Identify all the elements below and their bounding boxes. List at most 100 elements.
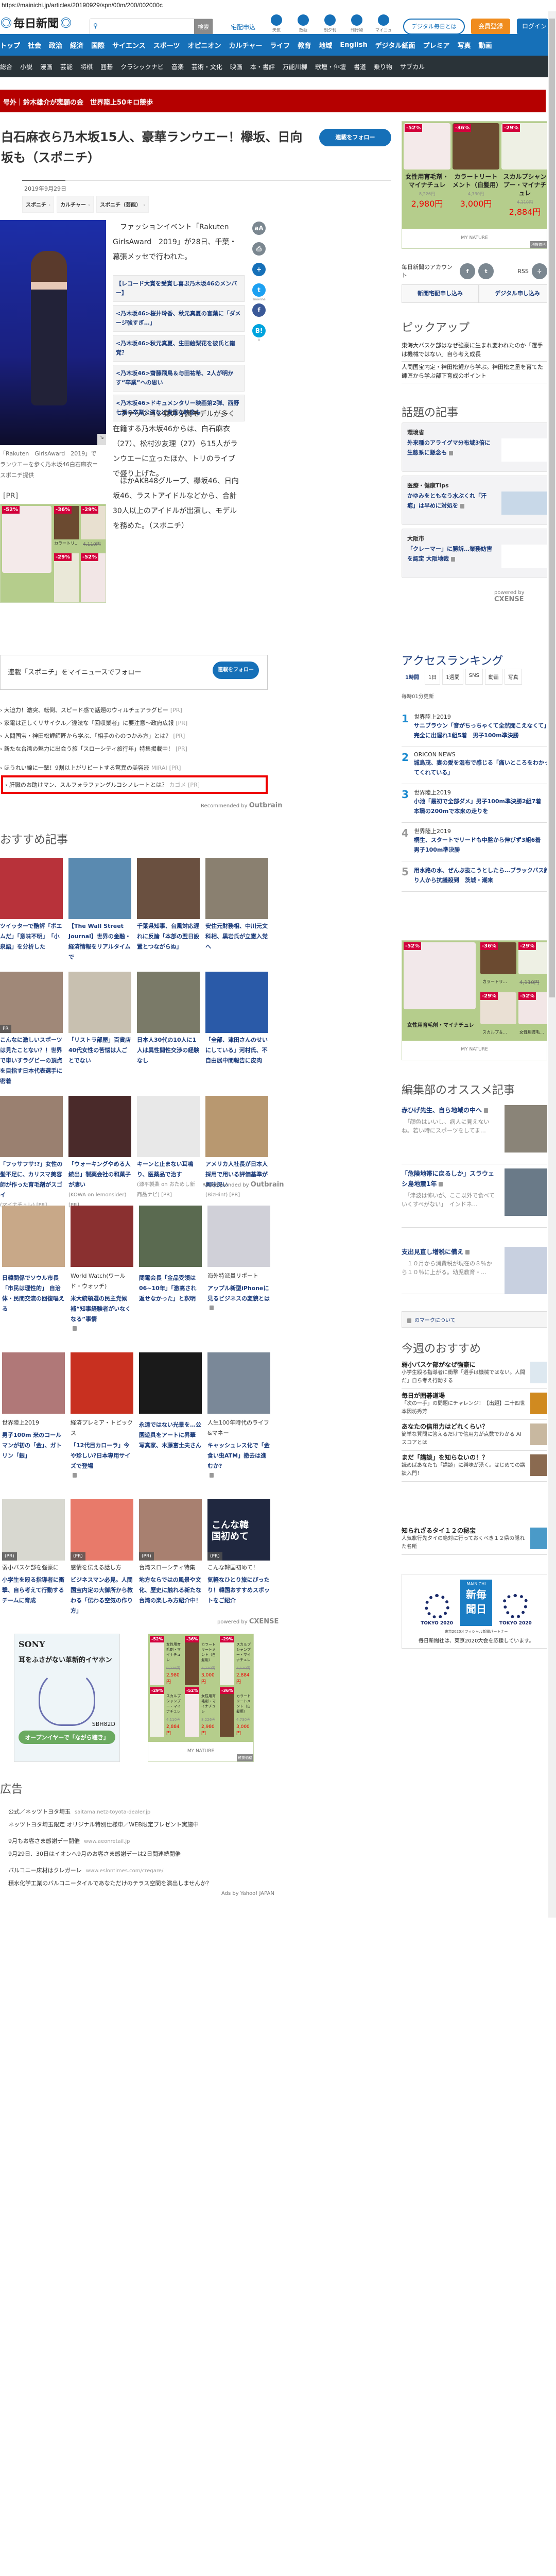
article-photo[interactable]: ↘ xyxy=(0,220,106,445)
subnav-item[interactable]: 漫画 xyxy=(40,62,53,71)
editor-pick[interactable]: 赤ひげ先生、自ら地域の中へ 「顔色はいいし、病人に見えないね。若い時にスポーツを… xyxy=(402,1105,547,1164)
search-input[interactable] xyxy=(90,19,194,35)
ranking-item[interactable]: 2 ORICON NEWS 城島茂、妻の愛を湿布で感じる「痛いところをわかってくれて… xyxy=(402,747,547,784)
ranking-item[interactable]: 4 世界陸上2019 桐生、スタートでリードも中盤から伸びず3組6着 男子100m準… xyxy=(402,823,547,861)
scrollbar-thumb[interactable] xyxy=(549,19,555,997)
font-size-icon[interactable]: aA xyxy=(252,222,266,235)
article-card[interactable]: 関電会長「金品受領は06~10年」「激高され返せなかった」と釈明 xyxy=(139,1206,202,1332)
article-card[interactable]: (PR) 感情を伝える話し方 ビジネスマン必見。人間国宝内定の大御所から教わる「伝わ… xyxy=(71,1499,133,1616)
article-card[interactable]: 【The Wall Street Journal】世界の金融・経済情報をリアルタ… xyxy=(68,858,131,962)
related-link[interactable]: <乃木坂46>秋元真夏、生田絵梨花を彼氏と錯覚？ xyxy=(113,335,245,362)
nav-item[interactable]: 社会 xyxy=(28,40,41,50)
ad-product[interactable]: -52% 女性用育毛剤・マイナチュレ 8,226円 2,980円 xyxy=(185,1687,218,1737)
ad-product[interactable]: -36% カラートリートメント（白髪用） 4,730円 3,000円 xyxy=(185,1636,218,1685)
article-card[interactable]: 「全部、津田さんのせいにしている」河村氏、不自由展中間報告に皮肉 xyxy=(205,972,268,1087)
text-ad[interactable]: 9月もお客さま感謝デー開催 www.aeonretail.jp 9月29日、30日は… xyxy=(8,1835,266,1860)
article-card[interactable]: 千葉県知事、台風対応遅れに反論「本部の翌日設置とつながらぬ」 xyxy=(137,858,200,962)
pr-link[interactable]: › 大迫力！激突、転倒、スピード感で話題のウィルチェアラグビー [PR] xyxy=(0,706,268,719)
yahoo-ads-credit[interactable]: Ads by Yahoo! JAPAN xyxy=(221,1891,274,1896)
topic-card[interactable]: 医療・健康Tips かゆみをともなう水ぶくれ「汗疱」は早めに対処を xyxy=(402,476,547,525)
ranking-item[interactable]: 3 世界陸上2019 小池「最初で全部ダメ」男子100m準決勝2組7着 本職の200… xyxy=(402,784,547,823)
ranking-tab[interactable]: 1時間 xyxy=(402,669,423,685)
sony-ad[interactable]: SONY 耳をふさがない革新的イヤホン SBH82D オープンイヤーで「ながら聴… xyxy=(14,1634,120,1762)
article-tag[interactable]: カルチャー › xyxy=(57,196,94,213)
related-link[interactable]: <乃木坂46>齋藤飛鳥＆与田祐希、2人が明かす“卒業”への思い xyxy=(113,365,245,392)
follow-series-button[interactable]: 連載をフォロー xyxy=(213,662,259,679)
hatena-icon[interactable]: B! xyxy=(252,324,266,337)
delivery-link[interactable]: 宅配申込 xyxy=(231,23,255,31)
ranking-tab[interactable]: 1日 xyxy=(424,669,441,685)
article-card[interactable]: 「ウォーキングやめる人続出」製薬会社の和菓子が凄い (KOWA on lemons… xyxy=(68,1096,131,1211)
pickup-item[interactable]: 人間国宝内定・神田松鯉から学ぶ。神田松之丞を育てた師匠から学ぶ部下育成のポイント xyxy=(402,362,547,383)
cxense-credit[interactable]: powered by CXENSE xyxy=(217,1618,279,1625)
weekly-pick[interactable]: 毎日が囲碁道場 「次の一手」の問題にチャレンジ！【出題】二十四世本因坊秀芳 xyxy=(402,1391,547,1420)
editor-pick[interactable]: 支出見直し増税に備え １０月から消費税が現在の８％から１０％に上がる。幼児教育・… xyxy=(402,1247,547,1294)
mynature-ad[interactable]: -52% -36% カラートリ... -29% 4,110円 -29% -52% xyxy=(0,504,106,603)
scrollbar[interactable] xyxy=(548,11,556,1918)
article-card[interactable]: 世界陸上2019 男子100m 米のコールマンが初の「金」、ガトリン「銀」 xyxy=(2,1352,65,1479)
article-card[interactable]: 永遠ではない光景を…公園遊具をアートに昇華 写真家、木藤富士夫さん xyxy=(139,1352,202,1479)
nav-item[interactable]: 政治 xyxy=(49,40,62,50)
nav-item[interactable]: カルチャー xyxy=(229,40,262,50)
article-tag[interactable]: スポニチ（芸能） › xyxy=(96,196,149,213)
pr-link[interactable]: › 新たな台湾の魅力に出会う旅「スローシティ旅行年」特集掲載中！ [PR] xyxy=(0,744,268,757)
article-tag[interactable]: スポニチ › xyxy=(22,196,55,213)
subnav-item[interactable]: 万能川柳 xyxy=(283,62,307,71)
text-ad[interactable]: バルコニー床材はクレガーレ www.eslontimes.com/cregare/… xyxy=(8,1865,266,1890)
ad-product[interactable]: -29% スカルプシャンプー・マイナチュレ 4,110円 2,884円 xyxy=(220,1636,253,1685)
expand-icon[interactable]: ↘ xyxy=(97,434,106,445)
cxense-credit[interactable]: powered by CXENSE xyxy=(494,590,547,603)
article-card[interactable]: 経済プレミア・トピックス 「12代目カローラ」今や珍しい?日本専用サイズで登場 xyxy=(71,1352,133,1479)
facebook-icon[interactable]: f xyxy=(459,263,476,279)
ranking-item[interactable]: 1 世界陸上2019 サニブラウン「音がちっちゃくて全然聞こえなくて」完全に出遅れ1… xyxy=(402,708,547,747)
nav-item[interactable]: オピニオン xyxy=(187,40,221,50)
article-card[interactable]: World Watch(ワールド・ウォッチ) 米大統領選の民主党候補“知事経験者が… xyxy=(71,1206,133,1332)
nav-item[interactable]: 経済 xyxy=(70,40,83,50)
weekly-pick[interactable]: あなたの信用力はどれくらい？ 簡単な質問に答えるだけで信用力が点数でわかる AIス… xyxy=(402,1422,547,1451)
ad-product[interactable]: -52% 女性用育毛剤・マイナチュレ 8,226円 2,980円 xyxy=(150,1636,183,1685)
pr-link[interactable]: › 家電は正しくリサイクル／違法な「回収業者」に要注意～政府広報 [PR] xyxy=(0,719,268,732)
mynature-ad[interactable]: -52% 女性用育毛剤・マイナチュレ 8,226円 2,980円 -36% カラートリート… xyxy=(148,1634,254,1762)
ad-product[interactable]: -29% スカルプシャンプー・マイナチュレ 4,110円 2,884円 xyxy=(150,1687,183,1737)
nav-item[interactable]: サイエンス xyxy=(112,40,146,50)
subnav-item[interactable]: 映画 xyxy=(230,62,242,71)
ad-product[interactable]: -36% カラートリートメント（白髪用） 4,730円 3,000円 xyxy=(453,123,502,221)
ranking-tab[interactable]: 写真 xyxy=(504,669,522,685)
rss-label[interactable]: RSS xyxy=(517,268,529,275)
lock-mark-info[interactable]: のマークについて xyxy=(402,1311,547,1328)
article-card[interactable]: 「リストラ部屋」百貨店40代女性の苦悩は人ごとでない xyxy=(68,972,131,1087)
article-card[interactable]: (PR) 台湾スローシティ特集 地方ならではの風景や文化、歴史に触れる新たな台湾の楽… xyxy=(139,1499,202,1616)
weekly-pick[interactable]: まだ「講談」を知らないの！？ 読めばあなたも「講談」に興味が湧く。はじめての講談入… xyxy=(402,1453,547,1482)
follow-series-button[interactable]: 連載をフォロー xyxy=(319,129,391,146)
article-card[interactable]: キーンと止まない耳鳴り、医薬品で治す (源平製薬 on おためし新商品ナビ) [P… xyxy=(137,1096,200,1211)
nav-item[interactable]: English xyxy=(340,41,367,49)
subnav-item[interactable]: 本・書評 xyxy=(250,62,275,71)
ad-product[interactable]: -36% カラートリートメント（白髪用） 4,730円 3,000円 xyxy=(220,1687,253,1737)
topic-card[interactable]: 環境省 外来種のアライグマ分布域3倍に 生態系に懸念も xyxy=(402,422,547,472)
nav-item[interactable]: 教育 xyxy=(298,40,311,50)
ranking-tab[interactable]: SNS xyxy=(465,669,483,685)
site-logo[interactable]: 毎日新聞 xyxy=(1,14,72,31)
ranking-tab[interactable]: 1週間 xyxy=(442,669,463,685)
article-card[interactable]: 人生100年時代のライフ&マネー キャッシュレス化で「金食い虫ATM」撤去は進むか… xyxy=(207,1352,270,1479)
newspaper-delivery-button[interactable]: 新聞宅配申し込み xyxy=(402,284,479,303)
subnav-item[interactable]: 囲碁 xyxy=(100,62,113,71)
pr-link[interactable]: › 人間国宝・神田松鯉師匠から学ぶ、「相手の心のつかみ方」とは？ [PR] xyxy=(0,732,268,744)
subnav-item[interactable]: 将棋 xyxy=(80,62,93,71)
nav-item[interactable]: 地域 xyxy=(319,40,332,50)
weekly-pick[interactable]: 弱小バスケ部がなぜ強豪に 小学生殴る指導者に衝撃「選手は機械ではない。人間だ」自ら… xyxy=(402,1360,547,1389)
twitter-icon[interactable]: t xyxy=(252,283,266,297)
weekly-pick[interactable]: 知られざるタイ１２の秘宝 人気旅行先タイの絶対に行っておくべき１２県の隠れた名所 xyxy=(402,1526,547,1555)
nav-item[interactable]: ライフ xyxy=(270,40,290,50)
subnav-item[interactable]: クラシックナビ xyxy=(120,62,164,71)
mynature-ad[interactable]: -52% 女性用育毛剤・マイナチュレ 8,226円 2,980円 -36% カラートリート… xyxy=(402,121,547,249)
ranking-tab[interactable]: 動画 xyxy=(484,669,502,685)
subnav-item[interactable]: 総合 xyxy=(0,62,12,71)
related-link[interactable]: 【レコード大賞を受賞し喜ぶ乃木坂46のメンバー】 xyxy=(113,275,245,302)
mynature-ad[interactable]: -52% 女性用育毛剤・マイナチュレ -36% カラートリ... -29% 4,… xyxy=(402,940,547,1060)
print-icon[interactable]: ⎙ xyxy=(252,242,266,256)
editor-pick[interactable]: 「危険地帯に戻るしか」スラウェシ島地震1年 「津波は怖いが、ここ以外で食べていく… xyxy=(402,1168,547,1228)
article-card[interactable]: 海外特派員リポート アップル新型iPhoneに見るビジネスの変貌とは xyxy=(207,1206,270,1332)
url-bar[interactable]: https://mainichi.jp/articles/20190929/sp… xyxy=(2,2,163,9)
ranking-item[interactable]: 5 用水路の水、ぜんぶ抜こうとしたら…ブラックバス釣り人から抗議殺到 茨城・潮来 xyxy=(402,861,547,892)
